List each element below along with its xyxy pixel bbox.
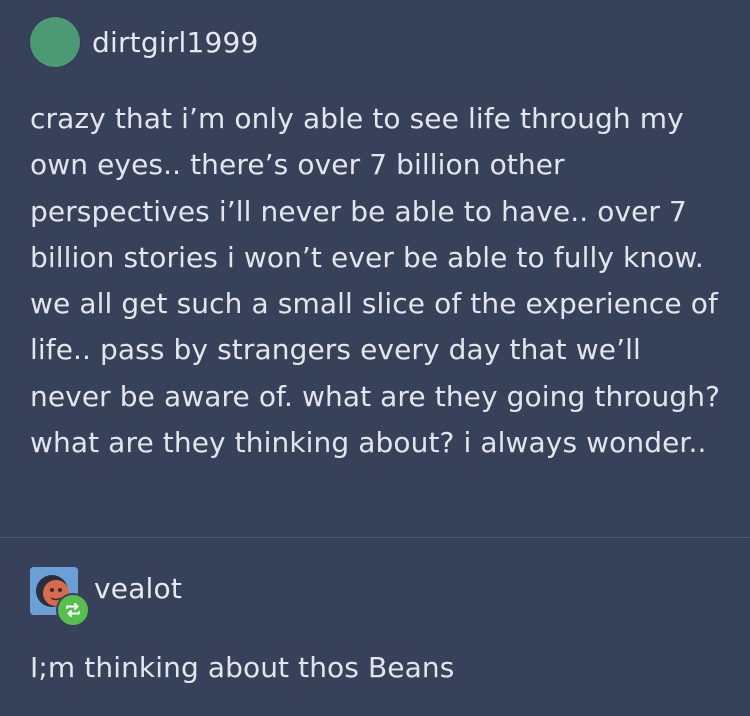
reply-post: vealot I;m thinking about thos Beans <box>0 538 750 716</box>
username[interactable]: dirtgirl1999 <box>92 26 259 59</box>
post-header: dirtgirl1999 <box>30 17 259 67</box>
original-post: dirtgirl1999 crazy that i’m only able to… <box>0 0 750 537</box>
username[interactable]: vealot <box>94 572 182 605</box>
avatar[interactable] <box>30 17 80 67</box>
reblog-icon <box>56 593 90 627</box>
avatar[interactable] <box>30 567 90 627</box>
post-header: vealot <box>30 567 182 627</box>
post-body: crazy that i’m only able to see life thr… <box>30 102 721 460</box>
post-body: I;m thinking about thos Beans <box>30 651 455 684</box>
